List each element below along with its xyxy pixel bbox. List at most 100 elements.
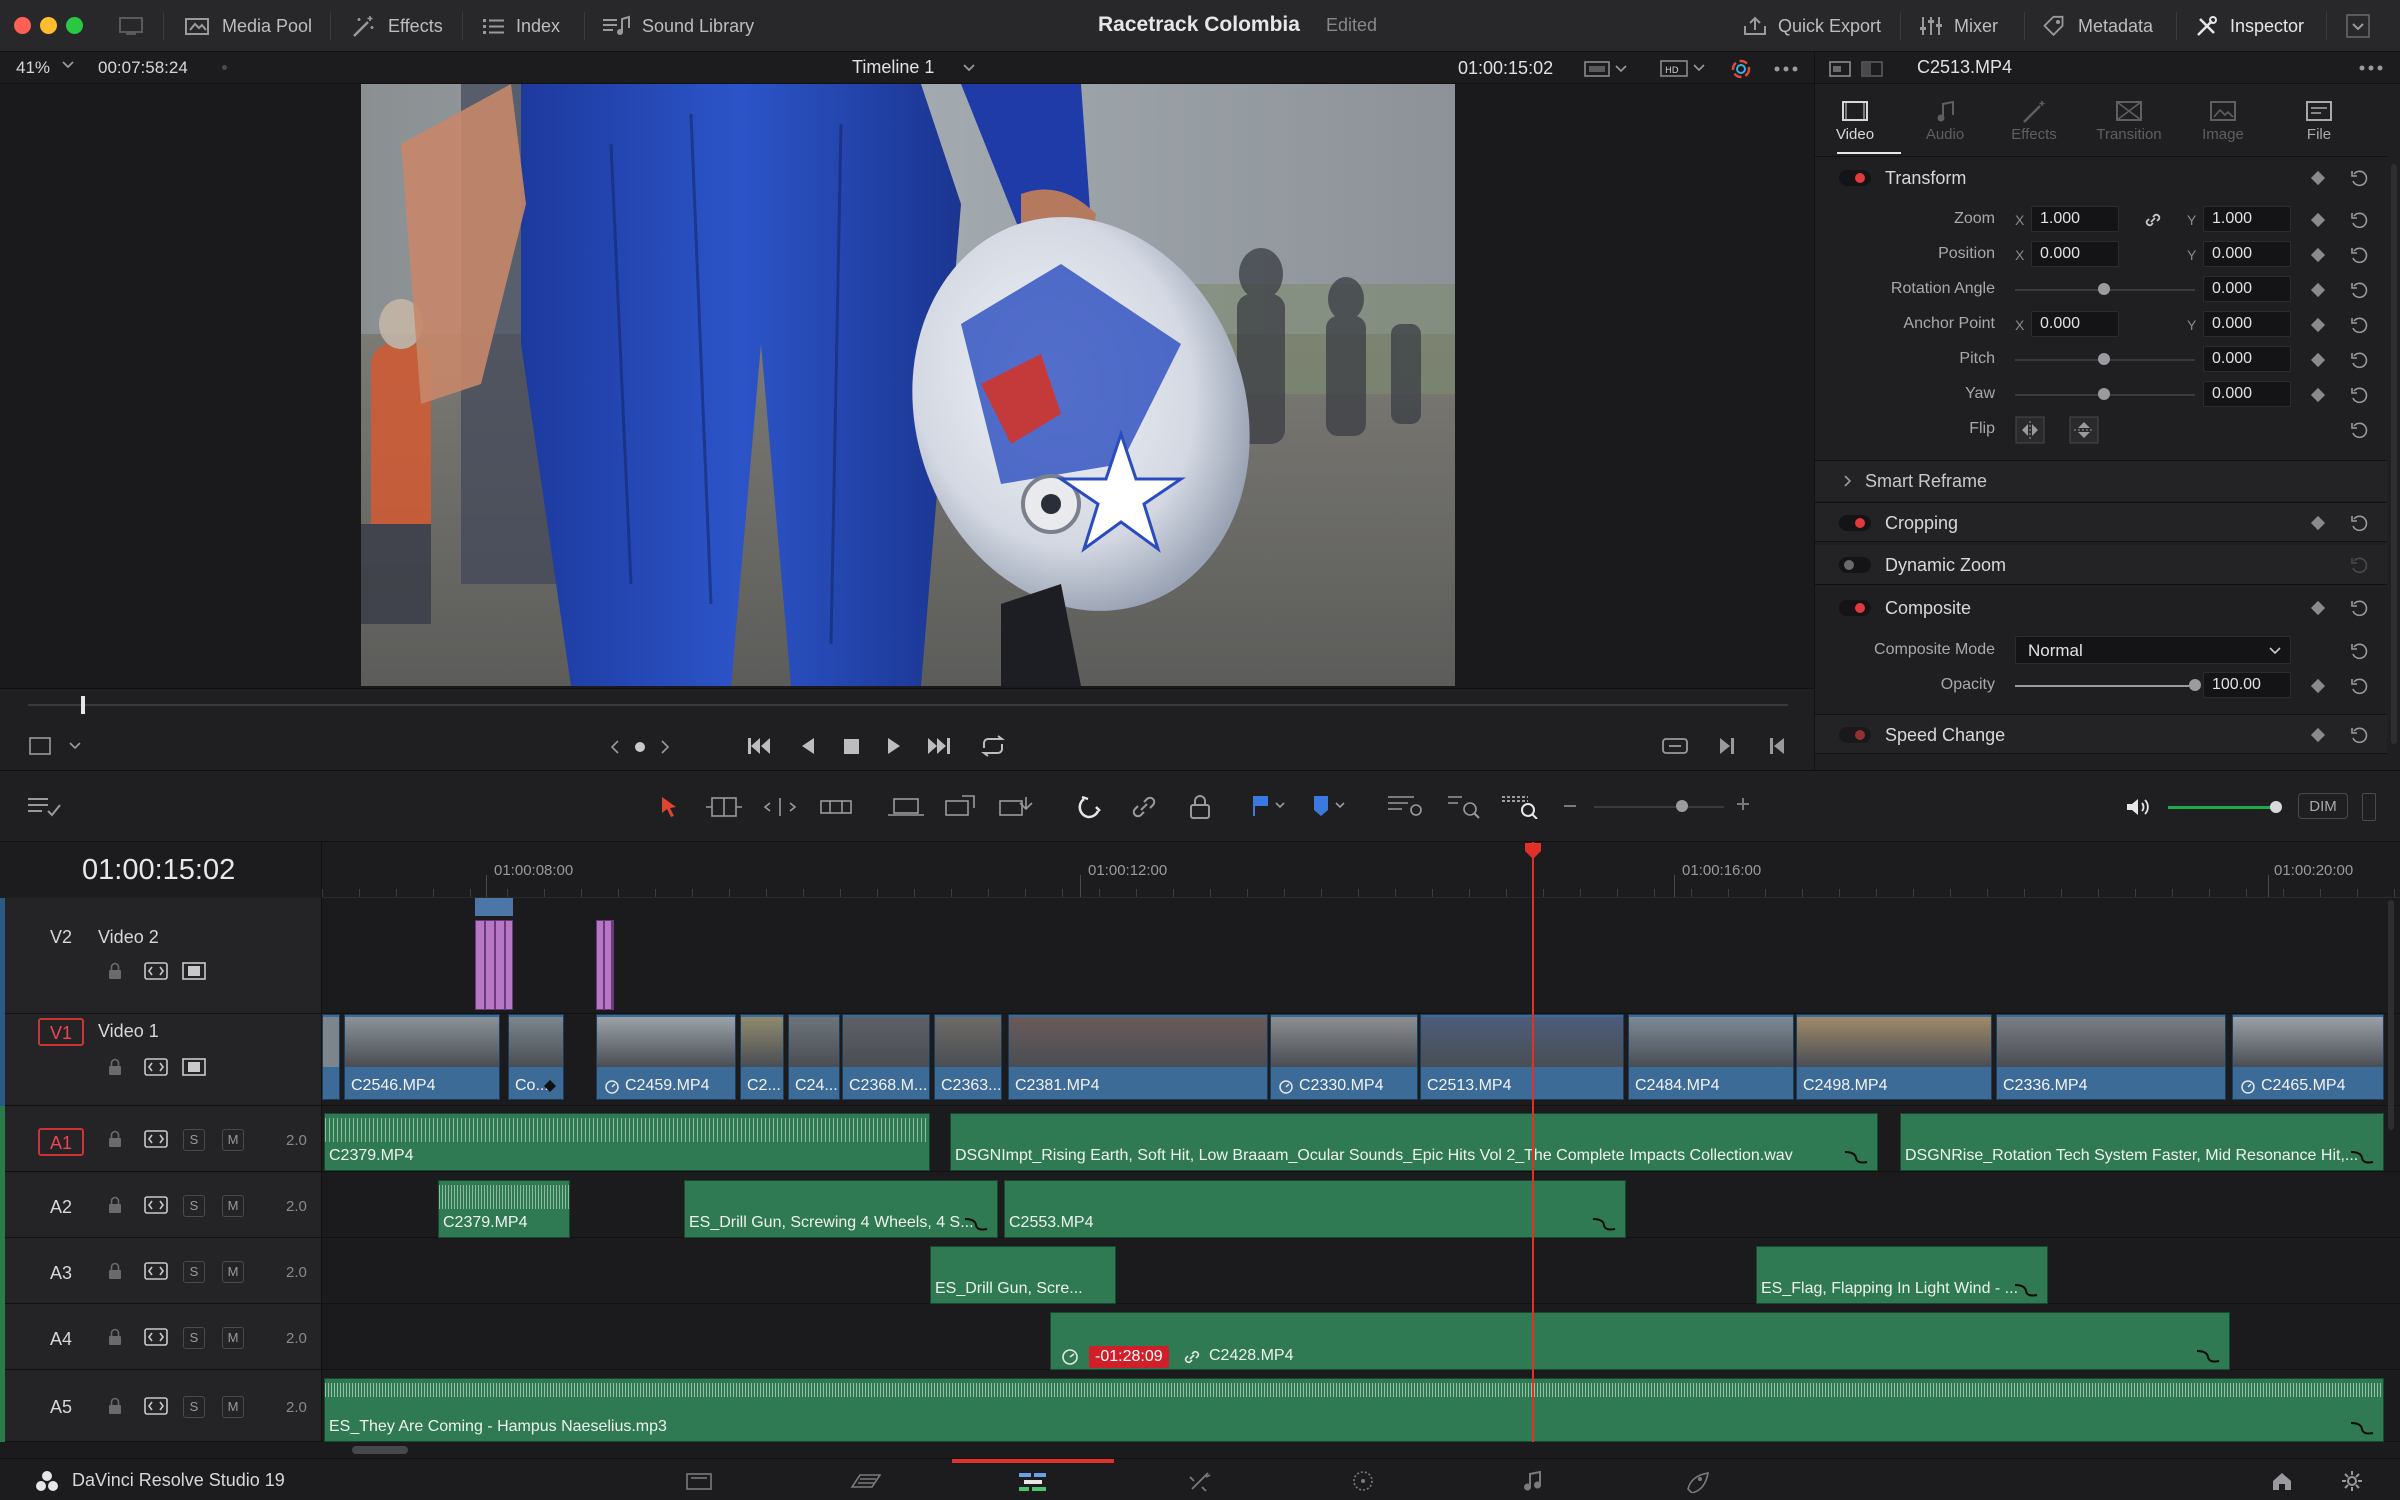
composite-mode-select[interactable]: Normal: [2015, 636, 2291, 664]
keyframe-diamond-icon[interactable]: [2310, 352, 2326, 368]
audio-clip-a2[interactable]: ES_Drill Gun, Screwing 4 Wheels, 4 S...: [684, 1180, 998, 1238]
anchor-y-field[interactable]: 0.000: [2203, 311, 2291, 337]
timeline-horizontal-scrollbar[interactable]: [0, 1442, 2400, 1458]
window-minimize-button[interactable]: [40, 17, 57, 34]
lock-icon[interactable]: [106, 1397, 124, 1415]
zoom-out-icon[interactable]: [1564, 805, 1576, 807]
keyframe-diamond-icon[interactable]: [2310, 170, 2326, 186]
previous-edit-icon[interactable]: [1766, 733, 1788, 759]
audio-clip-a3[interactable]: ES_Drill Gun, Scre...: [930, 1246, 1116, 1304]
auto-select-icon[interactable]: [144, 962, 168, 980]
quick-export-button[interactable]: Quick Export: [1742, 0, 1881, 52]
blade-tool-icon[interactable]: [818, 795, 854, 819]
video-clip[interactable]: C2336.MP4: [1996, 1014, 2226, 1100]
marker-blue-icon[interactable]: [1310, 793, 1350, 819]
dynamic-trim-icon[interactable]: [762, 795, 798, 819]
match-frame-icon[interactable]: [1660, 733, 1690, 759]
lock-icon[interactable]: [106, 962, 124, 980]
dim-button[interactable]: DIM: [2298, 793, 2348, 819]
fade-curve-icon[interactable]: [1843, 1148, 1869, 1164]
auto-select-icon[interactable]: [144, 1262, 168, 1280]
composite-section-header[interactable]: Composite: [1815, 588, 2387, 628]
cropping-section-header[interactable]: Cropping: [1815, 502, 2387, 542]
timeline-zoom-slider[interactable]: [1594, 806, 1724, 808]
reset-icon[interactable]: [2349, 641, 2369, 661]
tab-image[interactable]: Image: [2183, 98, 2263, 143]
linked-selection-icon[interactable]: [1130, 793, 1158, 821]
insert-clip-icon[interactable]: [886, 795, 926, 819]
track-id-a5[interactable]: A5: [38, 1394, 84, 1422]
loop-icon[interactable]: [978, 732, 1008, 760]
replace-clip-icon[interactable]: [996, 793, 1036, 819]
audio-meter-toggle-icon[interactable]: [2362, 793, 2376, 821]
tab-file[interactable]: File: [2279, 98, 2359, 143]
video-clip[interactable]: C2484.MP4: [1628, 1014, 1794, 1100]
solo-button[interactable]: S: [183, 1396, 205, 1418]
detail-zoom-icon[interactable]: [1446, 793, 1486, 819]
window-close-button[interactable]: [14, 17, 31, 34]
keyframe-diamond-icon[interactable]: [2310, 600, 2326, 616]
solo-button[interactable]: S: [183, 1327, 205, 1349]
rotation-angle-field[interactable]: 0.000: [2203, 276, 2291, 302]
v2-compound-clip[interactable]: [596, 920, 614, 1010]
lock-icon[interactable]: [106, 1262, 124, 1280]
track-area-v2[interactable]: [322, 898, 2400, 1014]
gear-icon[interactable]: [2340, 1469, 2364, 1493]
next-edit-icon[interactable]: [1716, 733, 1738, 759]
speaker-icon[interactable]: [2124, 795, 2152, 819]
yaw-field[interactable]: 0.000: [2203, 381, 2291, 407]
opacity-slider-track[interactable]: [2015, 685, 2195, 687]
tab-transition[interactable]: Transition: [2084, 98, 2174, 143]
effects-button[interactable]: Effects: [350, 0, 443, 52]
mute-button[interactable]: M: [222, 1396, 244, 1418]
audio-clip-a1[interactable]: DSGNRise_Rotation Tech System Faster, Mi…: [1900, 1113, 2384, 1171]
fairlight-page-icon[interactable]: [1520, 1469, 1544, 1493]
timeline-scroll-thumb[interactable]: [352, 1446, 408, 1454]
color-wheel-icon[interactable]: [1730, 58, 1752, 80]
keyframe-diamond-icon[interactable]: [2310, 247, 2326, 263]
track-id-v2[interactable]: V2: [38, 924, 84, 952]
timeline-view-options-icon[interactable]: [26, 795, 62, 819]
video-clip[interactable]: C2330.MP4: [1270, 1014, 1418, 1100]
track-enable-film-icon[interactable]: [182, 962, 206, 980]
track-header-a4[interactable]: A4 S M 2.0: [0, 1304, 322, 1370]
keyframe-diamond-icon[interactable]: [2310, 387, 2326, 403]
go-to-start-icon[interactable]: [744, 731, 774, 761]
auto-select-icon[interactable]: [144, 1130, 168, 1148]
index-button[interactable]: Index: [482, 0, 560, 52]
lock-icon[interactable]: [106, 1196, 124, 1214]
edit-page-icon[interactable]: [1016, 1469, 1050, 1493]
pitch-slider-knob[interactable]: [2098, 353, 2110, 365]
auto-select-icon[interactable]: [144, 1058, 168, 1076]
selection-tool-icon[interactable]: [658, 795, 680, 819]
v2-clip-header[interactable]: [475, 898, 513, 916]
viewer-scrub-head[interactable]: [81, 696, 85, 714]
lock-icon[interactable]: [106, 1328, 124, 1346]
custom-zoom-icon[interactable]: [1500, 793, 1540, 819]
track-header-a5[interactable]: A5 S M 2.0: [0, 1370, 322, 1442]
solo-button[interactable]: S: [183, 1129, 205, 1151]
monitor-volume-knob[interactable]: [2270, 801, 2282, 813]
mute-button[interactable]: M: [222, 1327, 244, 1349]
mute-button[interactable]: M: [222, 1195, 244, 1217]
video-clip[interactable]: C2546.MP4: [344, 1014, 500, 1100]
keyframe-diamond-icon[interactable]: [2310, 282, 2326, 298]
timeline-selector[interactable]: Timeline 1: [852, 57, 934, 78]
inspector-button[interactable]: Inspector: [2194, 0, 2304, 52]
window-zoom-button[interactable]: [66, 17, 83, 34]
audio-clip-a4[interactable]: -01:28:09 C2428.MP4: [1050, 1312, 2230, 1370]
tab-audio[interactable]: Audio: [1905, 98, 1985, 143]
video-clip[interactable]: C2465.MP4: [2232, 1014, 2384, 1100]
playhead-line[interactable]: [1532, 842, 1534, 1442]
split-view-icon[interactable]: [1861, 60, 1883, 78]
position-y-field[interactable]: 0.000: [2203, 241, 2291, 267]
fusion-page-icon[interactable]: [1186, 1469, 1216, 1493]
reset-icon[interactable]: [2349, 350, 2369, 370]
composite-enable-toggle[interactable]: [1839, 600, 1871, 616]
media-pool-button[interactable]: Media Pool: [184, 0, 312, 52]
hd-output-icon[interactable]: HD: [1660, 59, 1708, 79]
keyframe-diamond-icon[interactable]: [2310, 678, 2326, 694]
track-header-a1[interactable]: A1 S M 2.0: [0, 1106, 322, 1172]
flip-vertical-icon[interactable]: [2069, 416, 2099, 444]
timeline-ruler[interactable]: 01:00:08:00 01:00:12:00 01:00:16:00 01:0…: [322, 842, 2400, 898]
